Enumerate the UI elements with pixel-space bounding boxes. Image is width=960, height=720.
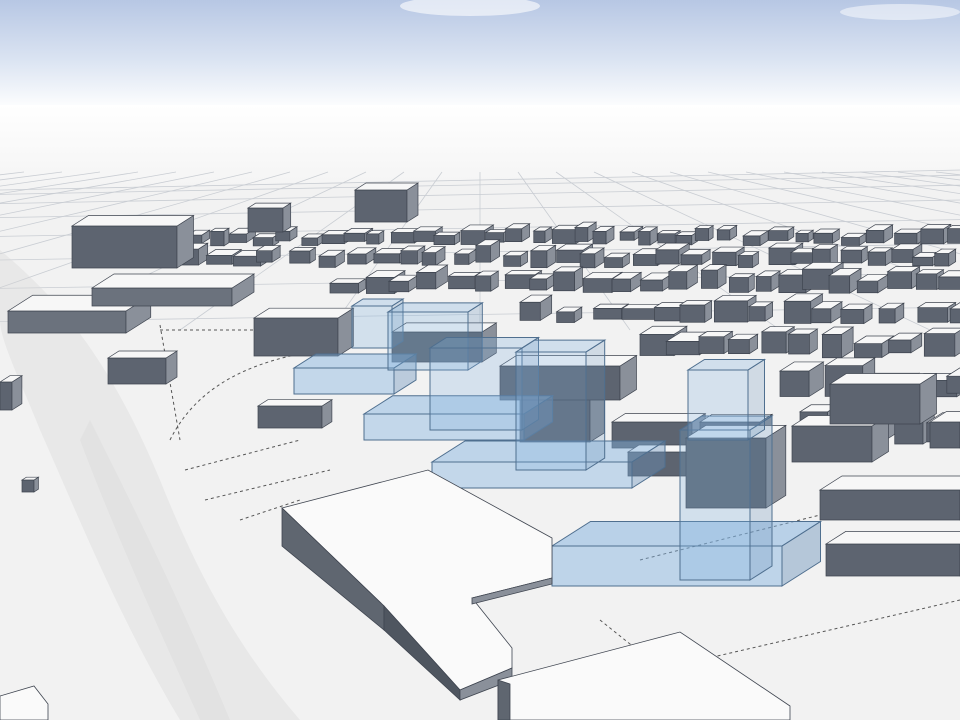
building [453,248,478,265]
building [877,302,906,324]
building [919,223,952,245]
building [946,225,960,244]
building [886,265,921,290]
building [933,248,957,267]
building [474,239,501,263]
proposal-tower[interactable] [686,358,767,441]
building [728,273,756,293]
building [694,224,715,242]
building [727,333,759,355]
building [667,264,699,290]
building [252,233,281,247]
building [399,245,426,265]
building [555,306,583,324]
building [787,328,819,355]
building [529,244,557,269]
building [300,233,325,247]
building [255,244,282,263]
building [755,270,782,292]
building [353,182,420,223]
building [365,230,386,245]
building [552,266,584,292]
building [865,224,894,244]
building [767,226,795,242]
building [700,263,728,290]
proposal-tower[interactable] [678,415,774,581]
building [893,228,925,245]
building [824,531,960,577]
building [90,273,256,307]
city-model-canvas[interactable] [0,0,960,720]
building [916,301,957,323]
building [923,327,960,357]
building [747,301,774,322]
building [328,278,367,294]
building [840,232,868,247]
building [794,229,815,243]
building [256,399,334,429]
building [518,294,553,322]
building [0,375,24,411]
building [716,224,738,241]
building [432,231,461,246]
building [591,225,616,245]
building [828,372,938,425]
building [678,300,713,323]
building [812,228,841,244]
building [209,227,231,247]
building [252,307,355,357]
building [839,245,869,264]
building [778,361,825,398]
building [839,303,874,325]
building [679,248,712,265]
building [474,270,500,292]
building [674,231,699,246]
building [737,251,760,269]
building [532,226,553,244]
building [528,273,556,291]
proposal-tower[interactable] [514,339,607,471]
building [867,247,894,267]
building [697,330,734,355]
building [70,214,195,269]
building [106,350,179,385]
3d-viewport[interactable] [0,0,960,720]
sky [0,0,960,110]
building [504,223,531,243]
building [818,475,960,521]
building [821,326,855,359]
building [288,246,317,264]
cloud [840,4,960,20]
building [603,252,631,269]
building [637,226,659,246]
building [502,250,529,268]
building [20,476,40,493]
building [246,202,292,233]
